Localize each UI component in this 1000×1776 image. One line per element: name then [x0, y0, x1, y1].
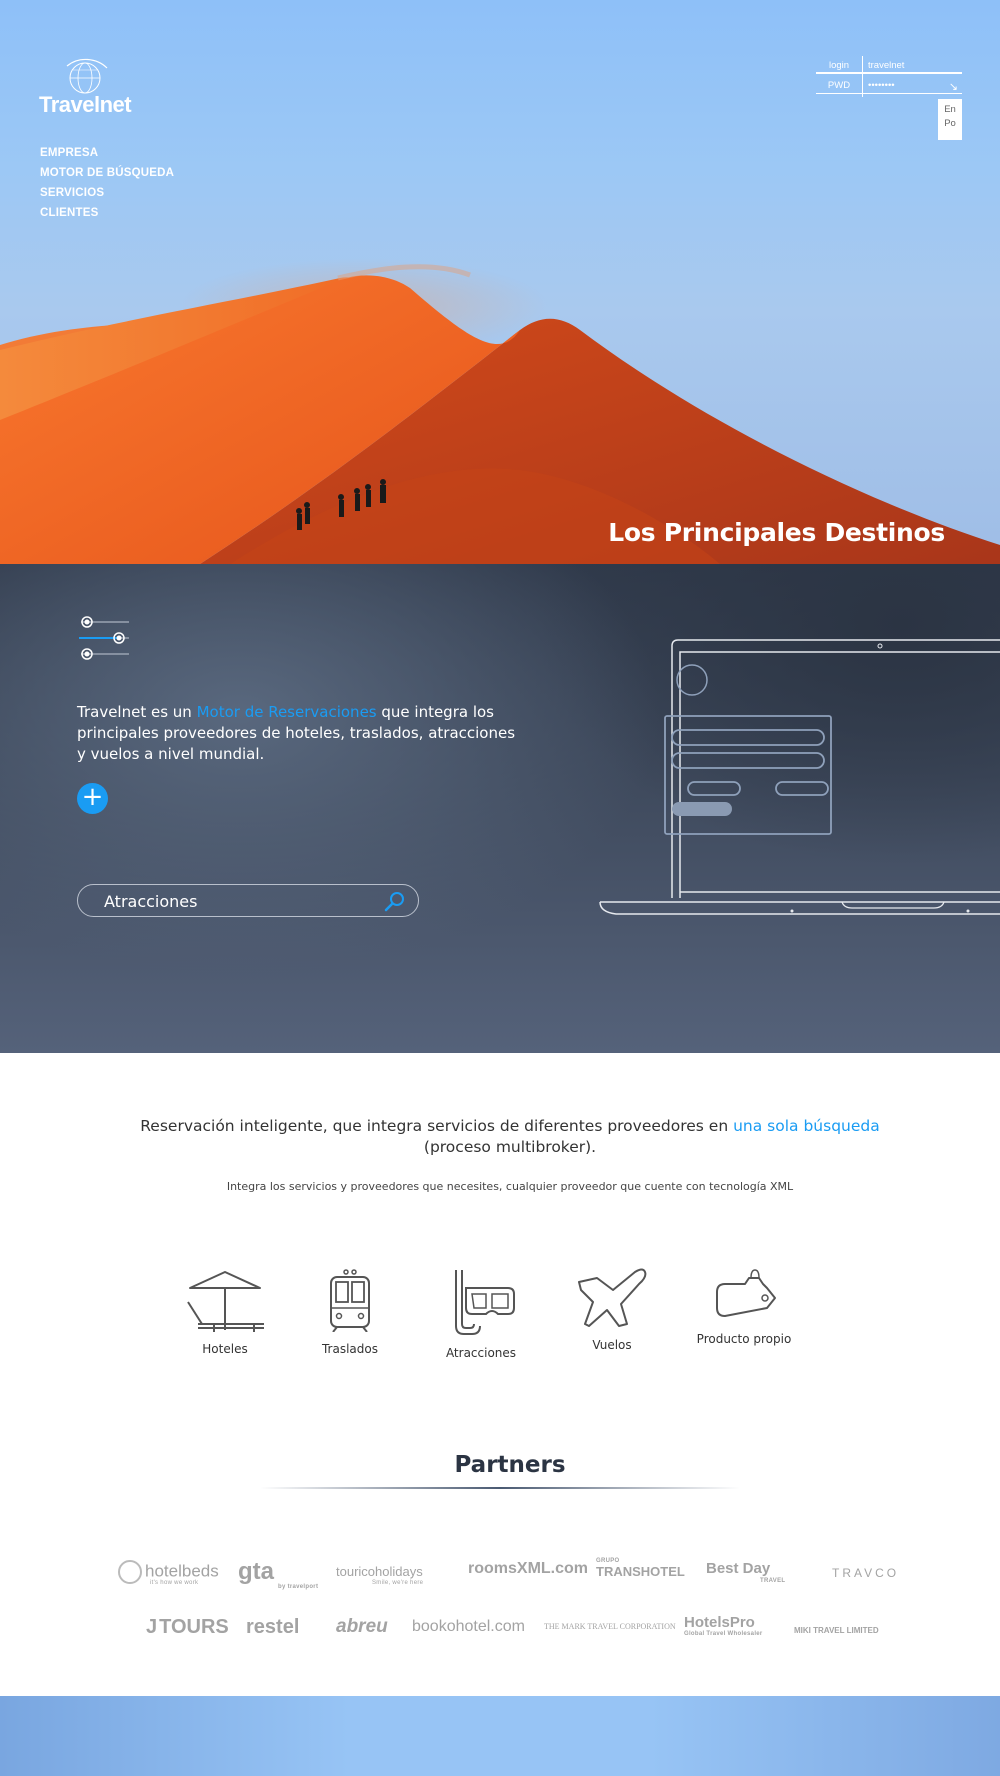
intro-text-start: Travelnet es un [77, 703, 197, 721]
login-input[interactable]: travelnet [868, 60, 904, 71]
partner-logo-name: THE MARK TRAVEL CORPORATION [544, 1622, 676, 1631]
partner-logo-abreu[interactable]: abreu [336, 1616, 388, 1638]
partner-logo-name: roomsXML.com [468, 1560, 589, 1577]
partner-logo-travco[interactable]: TRAVCO [832, 1566, 899, 1580]
partner-logo-name: touricoholidays [336, 1564, 423, 1579]
tagline: Reservación inteligente, que integra ser… [0, 1116, 1000, 1158]
service-traslados[interactable]: Traslados [290, 1268, 410, 1356]
nav-item-empresa[interactable]: EMPRESA [40, 143, 174, 163]
partner-logo-hotelspro[interactable]: HotelsPro Global Travel Wholesaler [684, 1614, 763, 1637]
partner-logo-sub: Global Travel Wholesaler [684, 1631, 763, 1637]
main-nav: EMPRESA MOTOR DE BÚSQUEDA SERVICIOS CLIE… [40, 143, 174, 223]
intro-text: Travelnet es un Motor de Reservaciones q… [77, 702, 517, 765]
service-vuelos[interactable]: Vuelos [552, 1268, 672, 1352]
partner-logo-name: Best Day [706, 1560, 771, 1577]
password-row: PWD •••••••• ↘ [816, 76, 962, 94]
nav-item-clientes[interactable]: CLIENTES [40, 203, 174, 223]
partner-logo-roomsxml[interactable]: roomsXML.com [468, 1560, 588, 1578]
partner-logo-sub: TRAVEL [760, 1578, 786, 1584]
service-label: Hoteles [202, 1342, 248, 1356]
partner-logo-name: MIKI TRAVEL LIMITED [794, 1626, 879, 1635]
airplane-icon [578, 1268, 647, 1327]
plus-icon[interactable]: + [77, 783, 108, 814]
subline: Integra los servicios y proveedores que … [226, 1180, 794, 1193]
search-bar [77, 884, 419, 917]
language-en[interactable]: En [938, 103, 962, 117]
search-input[interactable] [104, 890, 364, 912]
partner-logo-name: TRAVCO [832, 1566, 900, 1580]
search-engine-section: Travelnet es un Motor de Reservaciones q… [0, 564, 1000, 1053]
partner-logo-transhotel[interactable]: GRUPO TRANSHOTEL [596, 1558, 685, 1579]
tagline-text-start: Reservación inteligente, que integra ser… [140, 1117, 734, 1135]
partner-logo-miki[interactable]: MIKI TRAVEL LIMITED [794, 1626, 879, 1635]
service-producto-propio[interactable]: Producto propio [684, 1268, 804, 1346]
logo-text: Travelnet [39, 92, 132, 117]
footer-band [0, 1696, 1000, 1776]
service-hoteles[interactable]: Hoteles [165, 1268, 285, 1356]
globe-icon [66, 58, 108, 94]
tagline-highlight-link[interactable]: una sola búsqueda [733, 1117, 880, 1135]
partner-logo-restel[interactable]: restel [246, 1616, 299, 1639]
tag-icon [716, 1269, 776, 1317]
search-icon[interactable] [384, 890, 406, 916]
hero-section: Travelnet EMPRESA MOTOR DE BÚSQUEDA SERV… [0, 0, 1000, 564]
partner-logo-sub: by travelport [278, 1584, 319, 1590]
partners-divider [260, 1487, 740, 1489]
service-atracciones[interactable]: Atracciones [421, 1268, 541, 1360]
login-row: login travelnet [816, 56, 962, 74]
nav-item-motor-de-busqueda[interactable]: MOTOR DE BÚSQUEDA [40, 163, 174, 183]
travelnet-logo[interactable]: Travelnet [39, 58, 139, 118]
password-label: PWD [827, 80, 851, 91]
intro-highlight-link[interactable]: Motor de Reservaciones [197, 703, 377, 721]
partner-logo-name: bookohotel.com [412, 1618, 525, 1635]
sliders-icon [79, 616, 129, 660]
service-label: Traslados [321, 1342, 378, 1356]
jtours-logo-mark: J [146, 1616, 158, 1638]
partner-logo-bestday[interactable]: Best Day TRAVEL [706, 1560, 785, 1584]
partner-logo-name: gta [238, 1558, 274, 1585]
beach-umbrella-icon [187, 1271, 264, 1332]
partner-logo-sub: Smile, we're here [372, 1580, 424, 1586]
partner-logo-name: TOURS [159, 1616, 229, 1638]
partner-logo-name: hotelbeds [145, 1561, 219, 1581]
partner-logo-tourico[interactable]: touricoholidays Smile, we're here [336, 1564, 423, 1586]
partner-logo-mark-travel[interactable]: THE MARK TRAVEL CORPORATION [544, 1622, 676, 1631]
partner-logo-name: HotelsPro [684, 1614, 755, 1631]
partner-logo-jtours[interactable]: J TOURS [146, 1616, 229, 1639]
language-switcher: En Po [938, 99, 962, 140]
language-po[interactable]: Po [938, 117, 962, 131]
laptop-illustration [599, 639, 1000, 915]
snorkel-mask-icon [455, 1270, 515, 1335]
partner-logo-hotelbeds[interactable]: hotelbeds it's how we work [118, 1560, 219, 1586]
partner-logo-name: restel [246, 1616, 300, 1638]
partner-logo-gta[interactable]: gta by travelport [238, 1558, 318, 1590]
hero-title: Los Principales Destinos [608, 518, 945, 547]
hotelbeds-logo-mark [118, 1560, 142, 1584]
service-label: Atracciones [445, 1346, 517, 1360]
login-divider [862, 56, 863, 97]
nav-item-servicios[interactable]: SERVICIOS [40, 183, 174, 203]
train-icon [330, 1269, 370, 1332]
partner-logo-bookohotel[interactable]: bookohotel.com [412, 1618, 525, 1636]
password-input[interactable]: •••••••• [868, 80, 895, 91]
service-label: Vuelos [592, 1338, 632, 1352]
partner-logo-name: TRANSHOTEL [596, 1564, 685, 1579]
partner-logo-sub: it's how we work [150, 1580, 199, 1586]
service-label: Producto propio [696, 1332, 792, 1346]
partner-logo-name: abreu [336, 1616, 388, 1637]
login-label: login [828, 60, 850, 71]
partners-title: Partners [454, 1452, 566, 1478]
tagline-text-end: (proceso multibroker). [423, 1138, 597, 1156]
arrow-down-right-icon[interactable]: ↘ [949, 80, 958, 93]
